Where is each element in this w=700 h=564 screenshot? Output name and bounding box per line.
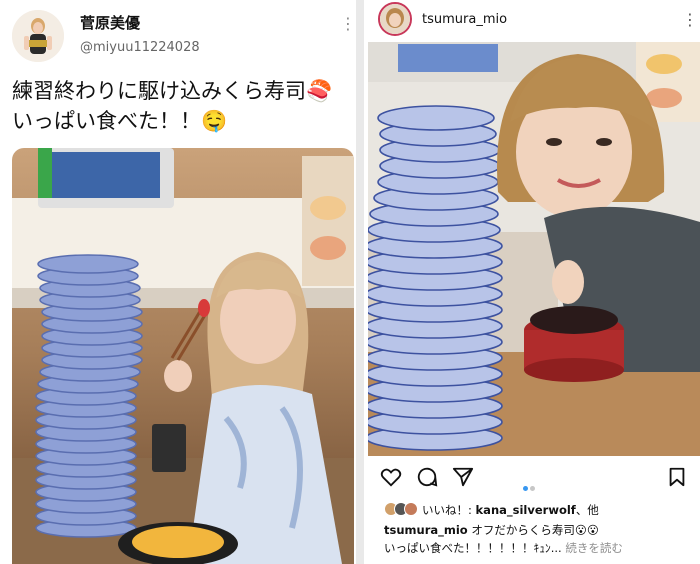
heart-icon[interactable] [380, 466, 402, 488]
carousel-dot [530, 486, 535, 491]
comment-icon[interactable] [416, 466, 438, 488]
username[interactable]: tsumura_mio [422, 12, 507, 27]
post-photo[interactable] [368, 42, 700, 456]
tweet-line: いっぱい食べた！！🤤 [12, 109, 228, 133]
avatar[interactable] [378, 2, 412, 36]
tweet-line: 練習終わりに駆け込みくら寿司🍣 [12, 79, 333, 103]
tweet-text: 練習終わりに駆け込みくら寿司🍣 いっぱい食べた！！🤤 [12, 76, 352, 136]
caption-username[interactable]: tsumura_mio [384, 523, 468, 537]
caption-line2: いっぱい食べた！！！！！！ｷｭﾝ... 続きを読む [384, 540, 623, 556]
tweet-card: 菅原美優 @miyuu11224028 ⋮ 練習終わりに駆け込みくら寿司🍣 いっ… [0, 0, 356, 564]
caption: tsumura_mio オフだからくら寿司😮😮 [384, 522, 599, 538]
likes-prefix: いいね！: [422, 503, 476, 517]
user-handle[interactable]: @miyuu11224028 [80, 40, 200, 55]
carousel-dot-active [523, 486, 528, 491]
avatar[interactable] [12, 10, 64, 62]
liker-avatar [404, 502, 418, 516]
divider [356, 0, 364, 564]
carousel-indicator [522, 476, 536, 495]
instagram-post: tsumura_mio ⋮ いいね！: kana_silverwolf、他 ts… [364, 0, 700, 564]
screenshot: 菅原美優 @miyuu11224028 ⋮ 練習終わりに駆け込みくら寿司🍣 いっ… [0, 0, 700, 564]
caption-text: オフだからくら寿司😮😮 [467, 523, 599, 537]
read-more-link[interactable]: 続きを読む [565, 541, 623, 555]
likes-line[interactable]: いいね！: kana_silverwolf、他 [384, 502, 700, 518]
vertical-dots-icon[interactable]: ⋮ [340, 14, 356, 33]
tweet-photo[interactable] [12, 148, 354, 564]
share-icon[interactable] [452, 466, 474, 488]
display-name[interactable]: 菅原美優 [80, 12, 140, 33]
action-bar [364, 462, 700, 492]
likes-suffix: 、他 [575, 503, 599, 517]
bookmark-icon[interactable] [666, 466, 688, 488]
liker-username[interactable]: kana_silverwolf [476, 503, 576, 517]
caption-text: いっぱい食べた！！！！！！ｷｭﾝ... [384, 541, 562, 555]
vertical-dots-icon[interactable]: ⋮ [682, 10, 698, 29]
